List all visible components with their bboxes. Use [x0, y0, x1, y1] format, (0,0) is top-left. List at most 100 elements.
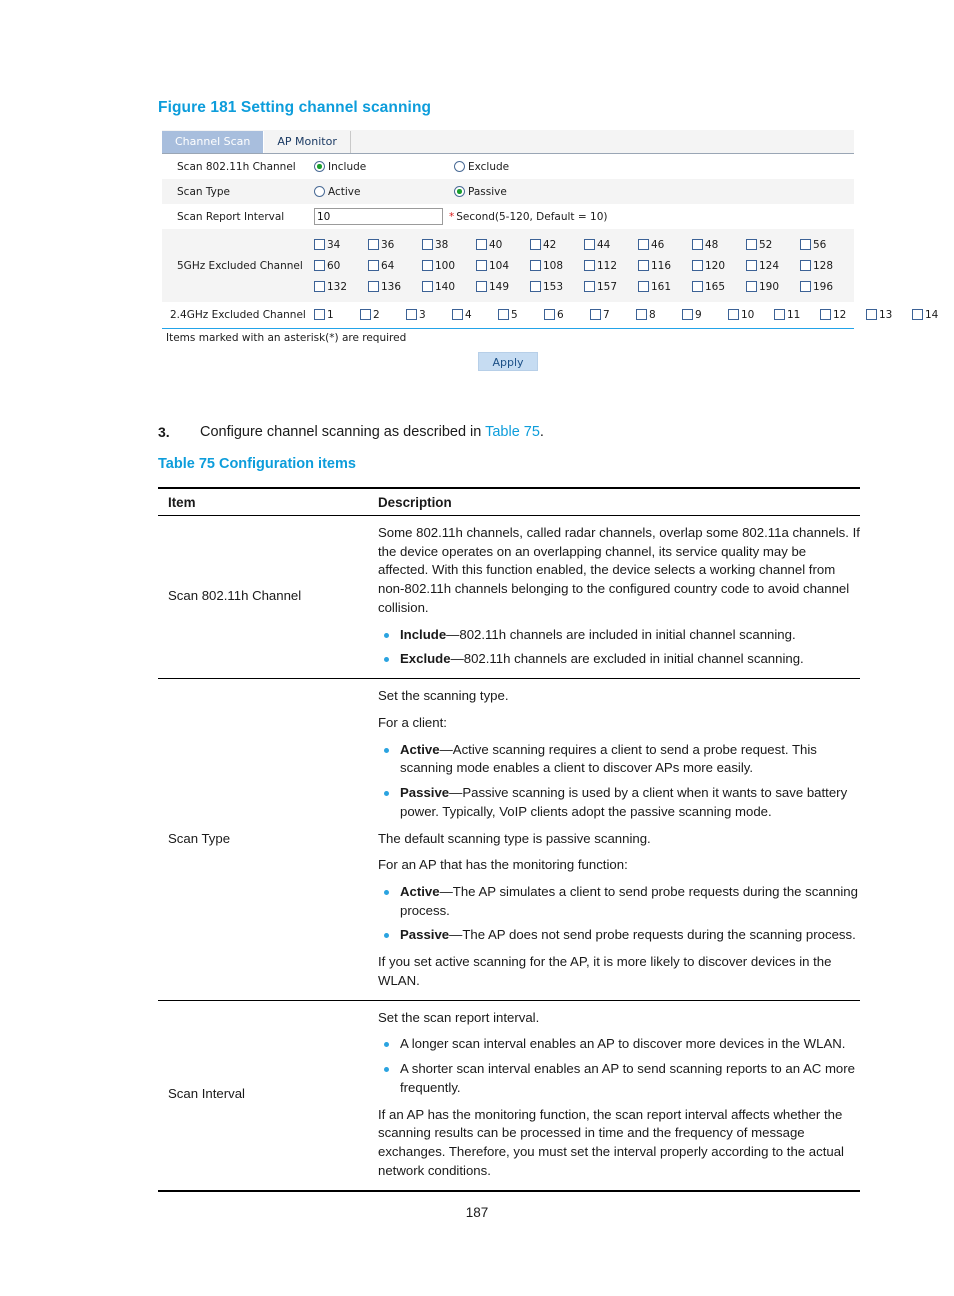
checkbox-icon: [360, 309, 371, 320]
checkbox-24ghz-11[interactable]: 11: [774, 309, 820, 321]
bullet-text: —The AP does not send probe requests dur…: [449, 927, 856, 943]
checkbox-icon: [774, 309, 785, 320]
radio-active[interactable]: Active: [314, 186, 454, 198]
checkbox-5ghz-56[interactable]: 56: [800, 239, 854, 251]
description-closing: If an AP has the monitoring function, th…: [378, 1106, 844, 1178]
checkbox-5ghz-136[interactable]: 136: [368, 281, 422, 293]
checkbox-label: 13: [879, 308, 893, 321]
checkbox-5ghz-100[interactable]: 100: [422, 260, 476, 272]
row-description-scan-11h: Some 802.11h channels, called radar chan…: [368, 515, 860, 680]
checkbox-24ghz-13[interactable]: 13: [866, 309, 912, 321]
checkbox-icon: [530, 281, 541, 292]
checkbox-icon: [746, 260, 757, 271]
checkbox-icon: [530, 260, 541, 271]
checkbox-label: 100: [435, 259, 456, 272]
checkbox-label: 108: [543, 259, 564, 272]
radio-passive[interactable]: Passive: [454, 186, 507, 198]
checkbox-5ghz-112[interactable]: 112: [584, 260, 638, 272]
checkbox-5ghz-120[interactable]: 120: [692, 260, 746, 272]
checkbox-5ghz-38[interactable]: 38: [422, 239, 476, 251]
checkbox-24ghz-2[interactable]: 2: [360, 309, 406, 321]
checkbox-5ghz-116[interactable]: 116: [638, 260, 692, 272]
tab-channel-scan[interactable]: Channel Scan: [162, 131, 265, 153]
table-75-link[interactable]: Table 75: [485, 424, 540, 440]
checkbox-icon: [728, 309, 739, 320]
checkbox-5ghz-64[interactable]: 64: [368, 260, 422, 272]
bullet-term: Include: [400, 626, 447, 642]
checkbox-icon: [314, 260, 325, 271]
checkbox-icon: [422, 239, 433, 250]
step-text-after: .: [539, 424, 544, 440]
checkbox-5ghz-42[interactable]: 42: [530, 239, 584, 251]
checkbox-5ghz-52[interactable]: 52: [746, 239, 800, 251]
checkbox-24ghz-12[interactable]: 12: [820, 309, 866, 321]
step-text-before: Configure channel scanning as described …: [200, 424, 486, 440]
checkbox-24ghz-5[interactable]: 5: [498, 309, 544, 321]
checkbox-24ghz-10[interactable]: 10: [728, 309, 774, 321]
bullet-term: Passive: [400, 927, 450, 943]
checkbox-label: 48: [705, 238, 719, 251]
column-header-description: Description: [368, 487, 860, 516]
label-24ghz-excluded-channel: 2.4GHz Excluded Channel: [170, 309, 306, 321]
checkbox-5ghz-157[interactable]: 157: [584, 281, 638, 293]
checkbox-24ghz-9[interactable]: 9: [682, 309, 728, 321]
checkbox-icon: [476, 281, 487, 292]
column-header-item: Item: [158, 487, 368, 516]
checkbox-5ghz-108[interactable]: 108: [530, 260, 584, 272]
checkbox-label: 5: [511, 308, 518, 321]
checkbox-5ghz-161[interactable]: 161: [638, 281, 692, 293]
checkbox-5ghz-190[interactable]: 190: [746, 281, 800, 293]
checkbox-label: 36: [381, 238, 395, 251]
apply-button[interactable]: Apply: [478, 352, 538, 371]
radio-exclude[interactable]: Exclude: [454, 161, 509, 173]
checkbox-label: 8: [649, 308, 656, 321]
checkbox-24ghz-1[interactable]: 1: [314, 309, 360, 321]
checkbox-5ghz-132[interactable]: 132: [314, 281, 368, 293]
checkbox-label: 196: [813, 280, 834, 293]
description-intro: Set the scan report interval.: [378, 1009, 540, 1025]
checkbox-5ghz-60[interactable]: 60: [314, 260, 368, 272]
checkbox-icon: [544, 309, 555, 320]
checkbox-24ghz-8[interactable]: 8: [636, 309, 682, 321]
checkbox-24ghz-4[interactable]: 4: [452, 309, 498, 321]
radio-include[interactable]: Include: [314, 161, 454, 173]
scan-type-controls: Active Passive: [314, 186, 854, 198]
checkbox-5ghz-44[interactable]: 44: [584, 239, 638, 251]
checkbox-24ghz-6[interactable]: 6: [544, 309, 590, 321]
radio-include-label: Include: [328, 160, 367, 173]
checkbox-icon: [368, 281, 379, 292]
checkbox-5ghz-46[interactable]: 46: [638, 239, 692, 251]
checkbox-5ghz-40[interactable]: 40: [476, 239, 530, 251]
checkbox-5ghz-165[interactable]: 165: [692, 281, 746, 293]
checkbox-24ghz-3[interactable]: 3: [406, 309, 452, 321]
bullet-text: A longer scan interval enables an AP to …: [400, 1036, 846, 1052]
table-head: Item Description: [158, 487, 860, 516]
checkbox-24ghz-14[interactable]: 14: [912, 309, 954, 321]
checkbox-5ghz-48[interactable]: 48: [692, 239, 746, 251]
tab-ap-monitor[interactable]: AP Monitor: [264, 131, 351, 153]
checkbox-24ghz-7[interactable]: 7: [590, 309, 636, 321]
checkbox-icon: [866, 309, 877, 320]
scan-report-interval-input[interactable]: 10: [314, 208, 443, 225]
checkbox-5ghz-104[interactable]: 104: [476, 260, 530, 272]
checkbox-5ghz-34[interactable]: 34: [314, 239, 368, 251]
checkbox-5ghz-124[interactable]: 124: [746, 260, 800, 272]
label-scan-type: Scan Type: [177, 185, 230, 198]
checkbox-5ghz-153[interactable]: 153: [530, 281, 584, 293]
checkbox-label: 52: [759, 238, 773, 251]
checkbox-5ghz-140[interactable]: 140: [422, 281, 476, 293]
checkbox-5ghz-149[interactable]: 149: [476, 281, 530, 293]
radio-active-label: Active: [328, 185, 361, 198]
checkbox-icon: [314, 239, 325, 250]
checkbox-icon: [314, 281, 325, 292]
radio-exclude-label: Exclude: [468, 160, 510, 173]
checkbox-5ghz-196[interactable]: 196: [800, 281, 854, 293]
checkbox-icon: [422, 260, 433, 271]
5ghz-channel-grid: 34 36 38 40 42 44 46 48 52 56 60 64 100 …: [314, 229, 854, 302]
checkbox-icon: [368, 260, 379, 271]
checkbox-5ghz-128[interactable]: 128: [800, 260, 854, 272]
checkbox-5ghz-36[interactable]: 36: [368, 239, 422, 251]
page-number: 187: [465, 1205, 489, 1220]
description-bullet-list: A longer scan interval enables an AP to …: [378, 1035, 860, 1097]
label-scan-11h-channel: Scan 802.11h Channel: [177, 160, 296, 173]
